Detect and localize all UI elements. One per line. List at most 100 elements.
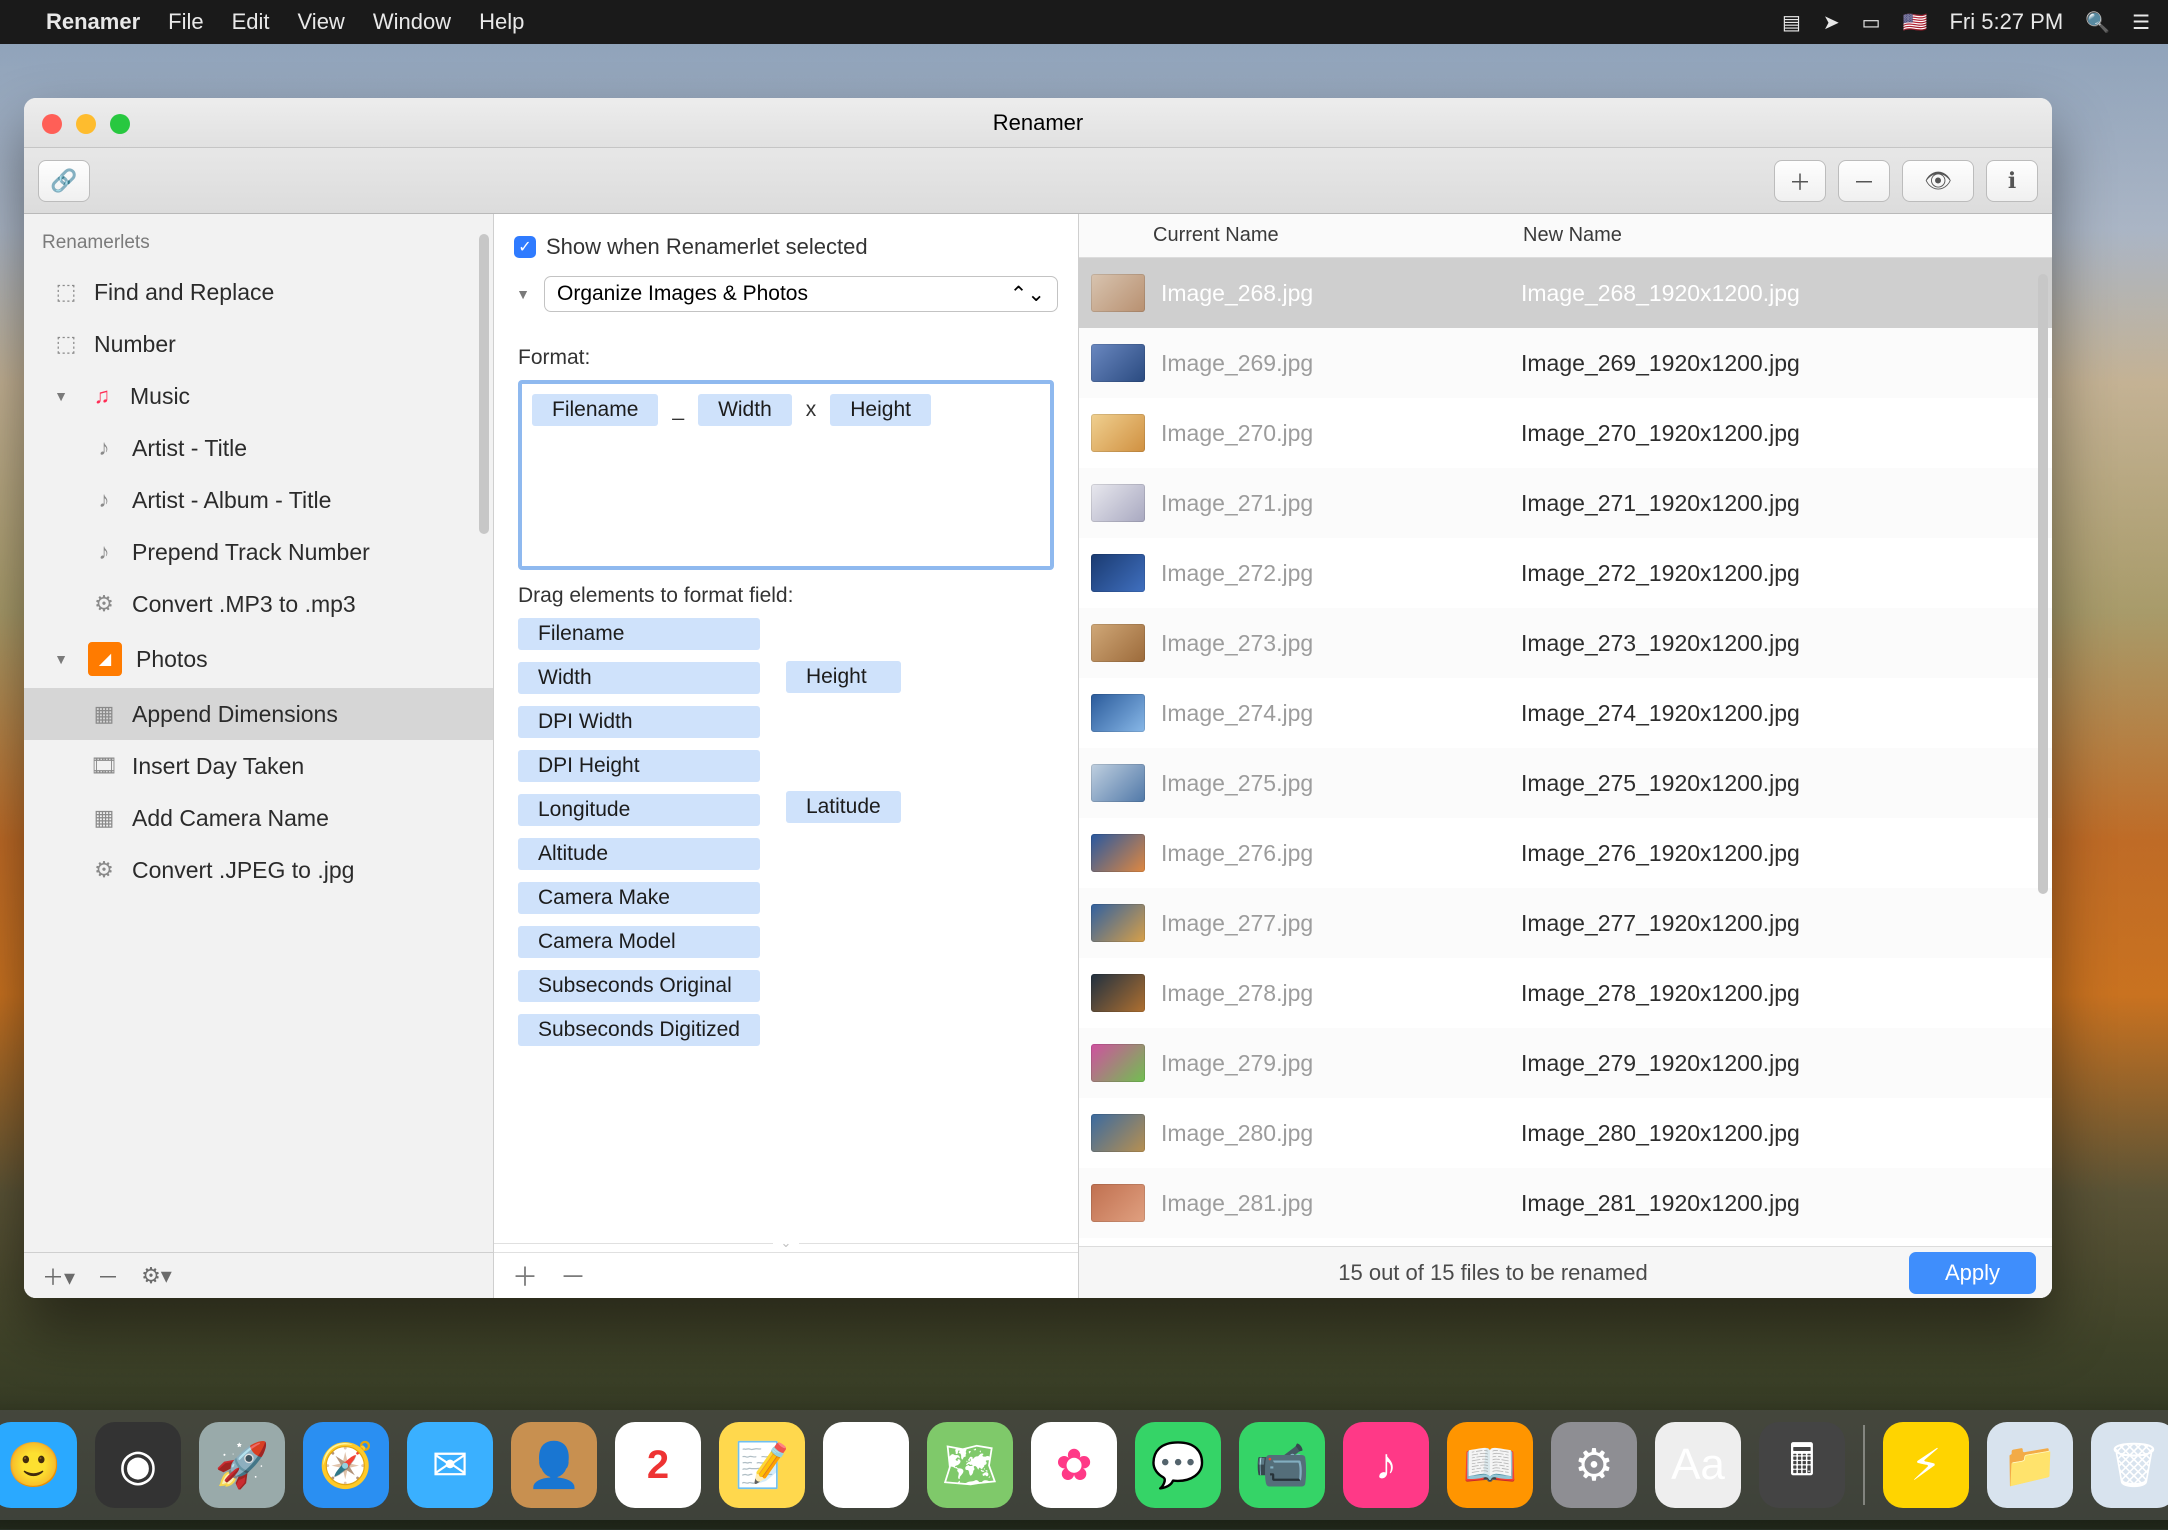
menu-window[interactable]: Window <box>373 9 451 35</box>
menu-file[interactable]: File <box>168 9 203 35</box>
dock-calculator-icon[interactable]: 🖩 <box>1759 1422 1845 1508</box>
dock-renamer-icon[interactable]: Aa <box>1655 1422 1741 1508</box>
dock-photos-icon[interactable]: ✿ <box>1031 1422 1117 1508</box>
window-zoom-button[interactable] <box>110 114 130 134</box>
dock-preferences-icon[interactable]: ⚙︎ <box>1551 1422 1637 1508</box>
file-row[interactable]: Image_274.jpgImage_274_1920x1200.jpg <box>1079 678 2052 748</box>
palette-token[interactable]: Camera Model <box>518 926 760 958</box>
toolbar-link-button[interactable]: 🔗 <box>38 160 90 202</box>
dock-finder-icon[interactable]: 🙂 <box>0 1422 77 1508</box>
dock-automator-icon[interactable]: ⚡︎ <box>1883 1422 1969 1508</box>
preset-disclosure[interactable]: ▼ <box>514 286 532 302</box>
dock-notes-icon[interactable]: 📝 <box>719 1422 805 1508</box>
dock-safari-icon[interactable]: 🧭 <box>303 1422 389 1508</box>
palette-token[interactable]: Width <box>518 662 760 694</box>
menu-view[interactable]: View <box>298 9 345 35</box>
sidebar-item-insert-day-taken[interactable]: 🎞Insert Day Taken <box>24 740 493 792</box>
titlebar[interactable]: Renamer <box>24 98 2052 148</box>
sidebar-item-convert-jpeg-to-jpg[interactable]: ⚙︎Convert .JPEG to .jpg <box>24 844 493 896</box>
toolbar-info-button[interactable]: ℹ︎ <box>1986 160 2038 202</box>
format-token[interactable]: Width <box>698 394 792 426</box>
col-current[interactable]: Current Name <box>1079 224 1509 247</box>
dock-maps-icon[interactable]: 🗺 <box>927 1422 1013 1508</box>
dock-ibooks-icon[interactable]: 📖 <box>1447 1422 1533 1508</box>
sidebar-remove-button[interactable]: － <box>97 1260 119 1292</box>
format-field[interactable]: Filename _ Width x Height <box>518 380 1054 570</box>
format-token[interactable]: Height <box>830 394 931 426</box>
menubar-clock[interactable]: Fri 5:27 PM <box>1949 9 2063 35</box>
palette-token[interactable]: Subseconds Digitized <box>518 1014 760 1046</box>
status-share-icon[interactable]: ➤ <box>1823 10 1840 35</box>
sidebar-item-prepend-track-number[interactable]: ♪Prepend Track Number <box>24 526 493 578</box>
toolbar-preview-button[interactable]: 👁 <box>1902 160 1974 202</box>
sidebar-item-convert-mp3-to-mp3[interactable]: ⚙︎Convert .MP3 to .mp3 <box>24 578 493 630</box>
file-row[interactable]: Image_278.jpgImage_278_1920x1200.jpg <box>1079 958 2052 1028</box>
show-checkbox[interactable]: ✓ <box>514 236 536 258</box>
status-flag-icon[interactable]: 🇺🇸 <box>1903 10 1928 35</box>
palette-token[interactable]: Camera Make <box>518 882 760 914</box>
sidebar-gear-button[interactable]: ⚙︎▾ <box>141 1263 172 1289</box>
palette-token[interactable]: Filename <box>518 618 760 650</box>
file-row[interactable]: Image_281.jpgImage_281_1920x1200.jpg <box>1079 1168 2052 1238</box>
sidebar-item-find-and-replace[interactable]: ⬚Find and Replace <box>24 266 493 318</box>
mid-divider[interactable]: ⌄ <box>494 1234 1078 1252</box>
file-row[interactable]: Image_271.jpgImage_271_1920x1200.jpg <box>1079 468 2052 538</box>
dock-reminders-icon[interactable]: ☑︎ <box>823 1422 909 1508</box>
menu-help[interactable]: Help <box>479 9 524 35</box>
dock-calendar-icon[interactable]: 2 <box>615 1422 701 1508</box>
editor-add-button[interactable]: ＋ <box>512 1257 538 1294</box>
sidebar-item-add-camera-name[interactable]: ▦Add Camera Name <box>24 792 493 844</box>
sidebar-scrollbar[interactable] <box>479 234 489 534</box>
dock-messages-icon[interactable]: 💬 <box>1135 1422 1221 1508</box>
file-row[interactable]: Image_272.jpgImage_272_1920x1200.jpg <box>1079 538 2052 608</box>
sidebar-item-number[interactable]: ⬚Number <box>24 318 493 370</box>
files-scrollbar[interactable] <box>2038 274 2048 894</box>
file-row[interactable]: Image_280.jpgImage_280_1920x1200.jpg <box>1079 1098 2052 1168</box>
menulist-icon[interactable]: ☰ <box>2132 10 2150 35</box>
palette-token[interactable]: DPI Height <box>518 750 760 782</box>
format-token[interactable]: Filename <box>532 394 658 426</box>
palette-token[interactable]: Subseconds Original <box>518 970 760 1002</box>
palette-token[interactable]: DPI Width <box>518 706 760 738</box>
file-row[interactable]: Image_275.jpgImage_275_1920x1200.jpg <box>1079 748 2052 818</box>
palette-token[interactable]: Latitude <box>786 791 901 823</box>
preset-select[interactable]: Organize Images & Photos ⌃⌄ <box>544 276 1058 312</box>
editor-remove-button[interactable]: － <box>560 1257 586 1294</box>
file-row[interactable]: Image_273.jpgImage_273_1920x1200.jpg <box>1079 608 2052 678</box>
window-minimize-button[interactable] <box>76 114 96 134</box>
col-new[interactable]: New Name <box>1509 224 2052 247</box>
apply-button[interactable]: Apply <box>1909 1252 2036 1294</box>
dock-mail-icon[interactable]: ✉︎ <box>407 1422 493 1508</box>
dock-launchpad-icon[interactable]: 🚀 <box>199 1422 285 1508</box>
dock-contacts-icon[interactable]: 👤 <box>511 1422 597 1508</box>
dock-siri-icon[interactable]: ◉ <box>95 1422 181 1508</box>
menubar-app[interactable]: Renamer <box>46 9 140 35</box>
file-row[interactable]: Image_276.jpgImage_276_1920x1200.jpg <box>1079 818 2052 888</box>
file-row[interactable]: Image_268.jpgImage_268_1920x1200.jpg <box>1079 258 2052 328</box>
sidebar-item-photos[interactable]: ▼Photos <box>24 630 493 688</box>
dock-facetime-icon[interactable]: 📹 <box>1239 1422 1325 1508</box>
dock-trash-icon[interactable]: 🗑 <box>2091 1422 2168 1508</box>
disclosure-icon[interactable]: ▼ <box>52 388 70 404</box>
disclosure-icon[interactable]: ▼ <box>52 651 70 667</box>
spotlight-icon[interactable]: 🔍 <box>2085 10 2110 35</box>
palette-token[interactable]: Altitude <box>518 838 760 870</box>
file-row[interactable]: Image_270.jpgImage_270_1920x1200.jpg <box>1079 398 2052 468</box>
sidebar-item-append-dimensions[interactable]: ▦Append Dimensions <box>24 688 493 740</box>
menu-edit[interactable]: Edit <box>232 9 270 35</box>
sidebar-item-artist-album-title[interactable]: ♪Artist - Album - Title <box>24 474 493 526</box>
window-close-button[interactable] <box>42 114 62 134</box>
palette-token[interactable]: Height <box>786 661 901 693</box>
file-row[interactable]: Image_279.jpgImage_279_1920x1200.jpg <box>1079 1028 2052 1098</box>
dock-folder-icon[interactable]: 📁 <box>1987 1422 2073 1508</box>
sidebar-item-music[interactable]: ▼♫Music <box>24 370 493 422</box>
file-row[interactable]: Image_269.jpgImage_269_1920x1200.jpg <box>1079 328 2052 398</box>
dock-itunes-icon[interactable]: ♪ <box>1343 1422 1429 1508</box>
status-inbox-icon[interactable]: ▤ <box>1782 10 1801 35</box>
sidebar-add-button[interactable]: ＋▾ <box>42 1260 75 1292</box>
file-row[interactable]: Image_277.jpgImage_277_1920x1200.jpg <box>1079 888 2052 958</box>
sidebar-item-artist-title[interactable]: ♪Artist - Title <box>24 422 493 474</box>
status-displays-icon[interactable]: ▭ <box>1862 10 1881 35</box>
toolbar-remove-button[interactable]: － <box>1838 160 1890 202</box>
toolbar-add-button[interactable]: ＋ <box>1774 160 1826 202</box>
